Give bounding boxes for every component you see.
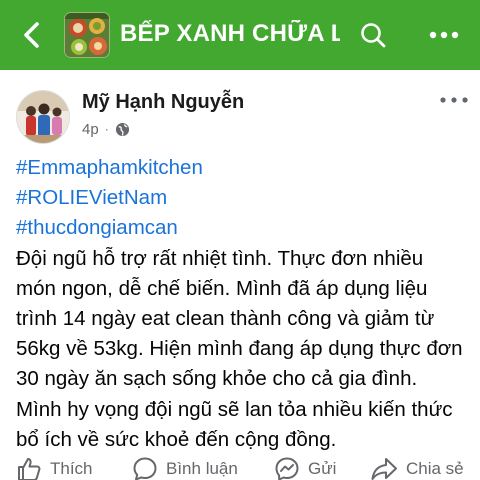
author-name[interactable]: Mỹ Hạnh Nguyễn (82, 91, 244, 114)
thumbs-up-icon (18, 458, 41, 480)
food-photo-icon (65, 13, 109, 57)
post-meta: 4p · (82, 119, 130, 139)
hashtag-link[interactable]: #ROLIEVietNam (16, 183, 466, 213)
send-label: Gửi (308, 459, 337, 478)
avatar-photo-icon (17, 91, 69, 143)
more-horizontal-icon (440, 97, 468, 103)
post-action-bar: Thích Bình luận Gửi Chia sẻ (0, 452, 480, 480)
chevron-left-icon (24, 22, 39, 48)
send-button[interactable]: Gửi (274, 456, 336, 480)
back-button[interactable] (14, 18, 48, 52)
group-name[interactable]: BẾP XANH CHỮA L... (120, 20, 340, 48)
comment-icon (133, 457, 157, 480)
share-button[interactable]: Chia sẻ (370, 456, 464, 480)
comment-button[interactable]: Bình luận (132, 456, 238, 480)
like-button[interactable]: Thích (16, 456, 93, 480)
messenger-icon (275, 457, 299, 480)
post-time[interactable]: 4p (82, 121, 99, 138)
search-icon (361, 23, 386, 48)
post-options-button[interactable] (436, 90, 472, 110)
like-label: Thích (50, 459, 93, 478)
post-content: #Emmaphamkitchen #ROLIEVietNam #thucdong… (16, 153, 466, 455)
share-icon (371, 458, 397, 480)
more-horizontal-icon (429, 31, 459, 39)
share-label: Chia sẻ (406, 459, 464, 478)
search-button[interactable] (356, 18, 390, 52)
group-cover-thumbnail[interactable] (64, 12, 110, 58)
meta-separator: · (104, 122, 109, 136)
comment-label: Bình luận (166, 459, 238, 478)
globe-icon[interactable] (115, 122, 130, 137)
hashtag-link[interactable]: #thucdongiamcan (16, 213, 466, 243)
hashtag-link[interactable]: #Emmaphamkitchen (16, 153, 466, 183)
more-button[interactable] (424, 18, 464, 52)
post-text: Đội ngũ hỗ trợ rất nhiệt tình. Thực đơn … (16, 246, 463, 451)
avatar[interactable] (16, 90, 70, 144)
group-header-bar: BẾP XANH CHỮA L... (0, 0, 480, 70)
